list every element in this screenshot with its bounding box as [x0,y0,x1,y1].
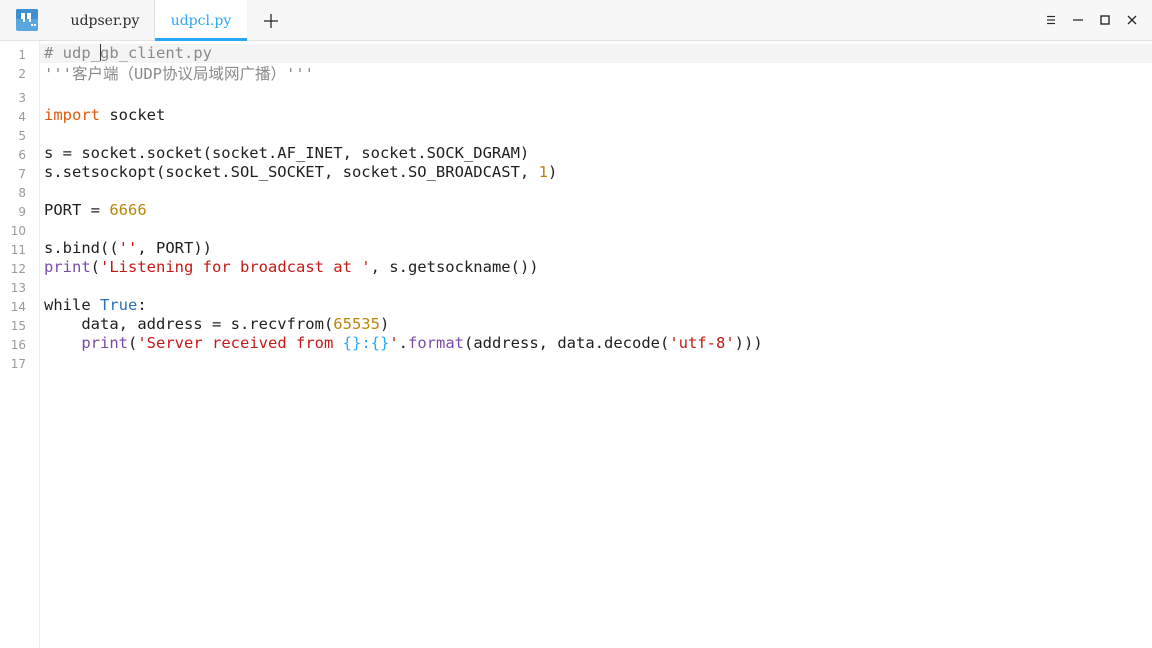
code-text: , PORT)) [137,239,212,257]
maximize-button[interactable] [1095,10,1115,30]
line-number: 12 [10,262,26,276]
tab-udpcl[interactable]: udpcl.py [155,0,247,41]
menu-button[interactable] [1041,10,1061,30]
code-editor[interactable]: # udp_gb_client.py '''客户端（UDP协议局域网广播）'''… [40,41,1152,648]
string: '' [118,239,138,257]
tab-label: udpcl.py [170,13,232,29]
boolean: True [100,296,138,314]
code-text: , s.getsockname()) [370,258,539,276]
line-number: 16 [10,338,26,352]
keyword: while [44,296,91,314]
line-number: 4 [18,110,26,124]
code-line-9: PORT = 6666 [44,201,147,220]
docstring: '''客户端（UDP协议局域网广播）''' [44,65,314,83]
method: format [408,334,465,352]
code-line-16: print('Server received from {}:{}'.forma… [44,334,763,353]
format-placeholder: {}:{} [342,334,390,352]
hamburger-menu-icon [1047,15,1055,25]
code-text: data, address = s.recvfrom( [44,315,334,333]
line-number: 7 [18,167,26,181]
line-number: 9 [18,205,26,219]
maximize-icon [1100,15,1110,25]
keyword: import [44,106,100,124]
line-number: 11 [10,243,26,257]
new-tab-button[interactable] [258,8,284,34]
code-line-7: s.setsockopt(socket.SOL_SOCKET, socket.S… [44,163,557,182]
line-number: 2 [18,67,26,81]
builtin-function: print [81,334,128,352]
code-text: s.bind(( [44,239,119,257]
string: 'Server received from [137,334,343,352]
code-text: . [398,334,409,352]
code-line-15: data, address = s.recvfrom(65535) [44,315,389,334]
code-text: ))) [734,334,763,352]
editor-app-icon [16,9,38,31]
line-number: 14 [10,300,26,314]
minimize-button[interactable] [1068,10,1088,30]
minimize-icon [1073,19,1083,21]
code-line-1: # udp_gb_client.py [44,44,212,63]
code-text: PORT = [44,201,110,219]
code-line-2: '''客户端（UDP协议局域网广播）''' [44,65,314,84]
line-number: 15 [10,319,26,333]
string: 'utf-8' [669,334,735,352]
close-button[interactable] [1122,10,1142,30]
line-number: 13 [10,281,26,295]
tab-udpser[interactable]: udpser.py [56,0,154,40]
line-number: 10 [10,224,26,238]
plus-icon [264,14,278,28]
line-number: 5 [18,129,26,143]
code-line-14: while True: [44,296,147,315]
code-line-12: print('Listening for broadcast at ', s.g… [44,258,539,277]
number: 65535 [333,315,380,333]
line-number: 1 [18,48,26,62]
line-number: 8 [18,186,26,200]
code-line-4: import socket [44,106,165,125]
code-text: (address, data.decode( [464,334,670,352]
comment: # udp_ [44,44,100,62]
code-text: ( [128,334,138,352]
code-text: : [137,296,147,314]
line-number: 6 [18,148,26,162]
code-line-6: s = socket.socket(socket.AF_INET, socket… [44,144,529,163]
line-number: 3 [18,91,26,105]
code-text: s = socket.socket(socket.AF_INET, socket… [44,144,530,162]
builtin-function: print [44,258,91,276]
number: 1 [538,163,548,181]
line-number-gutter: 1 2 3 4 5 6 7 8 9 10 11 12 13 14 15 16 1… [0,41,40,648]
tab-label: udpser.py [70,13,140,29]
code-text: ) [379,315,390,333]
line-number: 17 [10,357,26,371]
code-line-11: s.bind(('', PORT)) [44,239,212,258]
string: 'Listening for broadcast at ' [100,258,371,276]
code-text: socket [100,106,166,124]
string: ' [389,334,399,352]
code-text: s.setsockopt(socket.SOL_SOCKET, socket.S… [44,163,539,181]
title-bar: udpser.py udpcl.py [0,0,1152,41]
comment: gb_client.py [100,44,212,62]
number: 6666 [109,201,147,219]
code-text: ( [90,258,101,276]
code-text: ) [547,163,558,181]
close-icon [1127,15,1137,25]
